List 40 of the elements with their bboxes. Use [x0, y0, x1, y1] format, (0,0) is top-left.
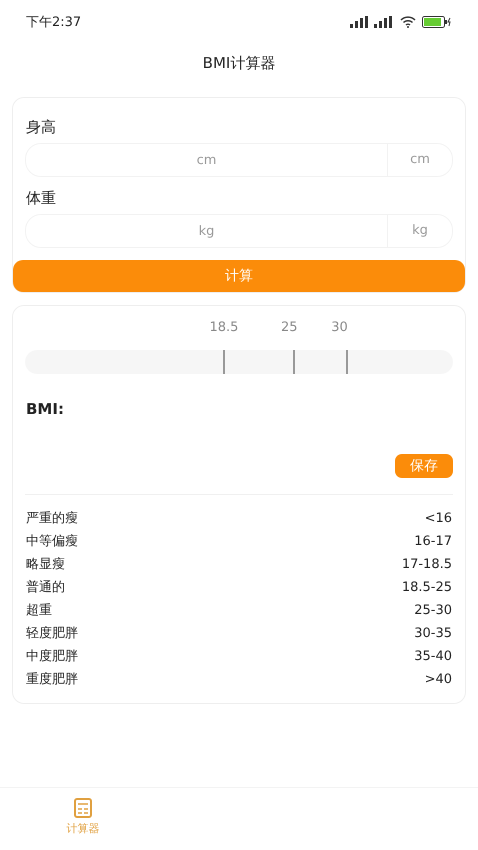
calculate-button[interactable]: 计算 [13, 260, 465, 292]
category-name: 轻度肥胖 [26, 625, 78, 643]
unit-label: kg [387, 215, 452, 247]
unit-label: cm [387, 144, 452, 176]
input-field[interactable]: kg kg [25, 214, 453, 248]
category-name: 中度肥胖 [26, 648, 78, 666]
battery-icon [422, 16, 452, 28]
category-range: 16-17 [414, 533, 452, 551]
nav-tab[interactable]: 计算器 [0, 788, 166, 850]
scale-label: 30 [331, 320, 348, 335]
input-field[interactable]: cm cm [25, 143, 453, 177]
calculator-icon [73, 798, 93, 818]
bmi-label: BMI: [26, 400, 65, 418]
category-name: 重度肥胖 [26, 671, 78, 689]
category-range: 25-30 [414, 602, 452, 620]
scale-tick [292, 350, 294, 374]
category-name: 严重的瘦 [26, 510, 78, 528]
wifi-icon [400, 16, 416, 28]
scale-tick [222, 350, 225, 374]
status-time: 下午2:37 [26, 14, 82, 31]
page-title: BMI计算器 [202, 54, 276, 73]
category-range: 30-35 [414, 625, 452, 643]
category-range: 35-40 [414, 648, 452, 666]
category-name: 略显瘦 [26, 556, 65, 574]
category-range: 17-18.5 [402, 556, 452, 574]
scale-label: 25 [280, 320, 298, 335]
save-button[interactable]: 保存 [395, 454, 453, 478]
field-label: 身高 [26, 118, 57, 137]
scale-tick [346, 350, 348, 374]
text-input[interactable]: cm [26, 152, 387, 168]
category-range: 18.5-25 [402, 579, 452, 597]
text-input[interactable]: kg [26, 222, 387, 240]
field-label: 体重 [26, 189, 57, 208]
category-name: 普通的 [26, 578, 65, 597]
category-name: 超重 [26, 602, 52, 620]
signal-icon [350, 16, 394, 28]
category-range: <16 [424, 510, 452, 528]
category-range: >40 [424, 671, 452, 689]
scale-label: 18.5 [209, 320, 238, 335]
category-name: 中等偏瘦 [26, 533, 78, 551]
